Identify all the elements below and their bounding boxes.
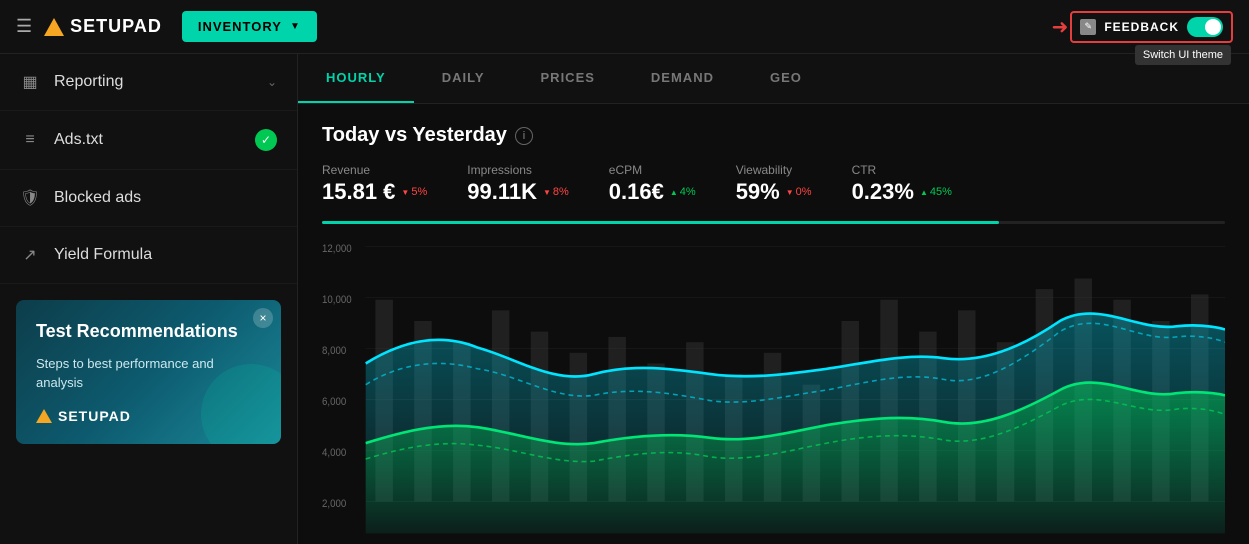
svg-text:4,000: 4,000	[322, 447, 347, 458]
logo: SETUPAD	[44, 16, 162, 37]
info-icon[interactable]: i	[515, 127, 533, 145]
theme-toggle[interactable]	[1187, 17, 1223, 37]
metric-impressions-change: ▼ 8%	[543, 186, 569, 198]
up-arrow-icon-2: ▲	[920, 188, 928, 197]
metric-impressions: Impressions 99.11K ▼ 8%	[467, 163, 569, 205]
metric-ctr-label: CTR	[852, 163, 952, 177]
tab-demand[interactable]: DEMAND	[623, 54, 742, 103]
progress-bar	[322, 221, 1225, 224]
chart-title-row: Today vs Yesterday i	[322, 124, 1225, 147]
down-arrow-icon-2: ▼	[543, 188, 551, 197]
chart-container: 12,000 10,000 8,000 6,000 4,000 2,000	[322, 236, 1225, 544]
list-icon: ≡	[20, 130, 40, 150]
metric-impressions-value: 99.11K	[467, 179, 537, 205]
metric-viewability-change: ▼ 0%	[786, 186, 812, 198]
metric-revenue-change: ▼ 5%	[401, 186, 427, 198]
sidebar-item-reporting-label: Reporting	[54, 73, 253, 91]
metric-viewability: Viewability 59% ▼ 0%	[736, 163, 812, 205]
tabs-bar: HOURLY DAILY PRICES DEMAND GEO	[298, 54, 1249, 104]
promo-logo-text: SETUPAD	[58, 408, 131, 424]
metric-impressions-label: Impressions	[467, 163, 569, 177]
feedback-label: FEEDBACK	[1104, 20, 1179, 34]
inventory-label: INVENTORY	[198, 19, 282, 34]
tab-geo[interactable]: GEO	[742, 54, 830, 103]
up-arrow-icon: ▲	[670, 188, 678, 197]
down-arrow-icon: ▼	[401, 188, 409, 197]
sidebar-item-ads-txt-label: Ads.txt	[54, 131, 241, 149]
chart-svg: 12,000 10,000 8,000 6,000 4,000 2,000	[322, 236, 1225, 544]
chevron-down-icon: ▼	[290, 21, 301, 32]
metric-revenue: Revenue 15.81 € ▼ 5%	[322, 163, 427, 205]
menu-icon[interactable]: ☰	[16, 16, 32, 37]
metric-ctr: CTR 0.23% ▲ 45%	[852, 163, 952, 205]
bar-chart-icon: ▦	[20, 72, 40, 92]
svg-text:2,000: 2,000	[322, 498, 347, 509]
svg-text:8,000: 8,000	[322, 346, 347, 357]
logo-text: SETUPAD	[70, 16, 162, 37]
promo-title: Test Recommendations	[36, 320, 261, 343]
sidebar-item-yield-formula[interactable]: ↗ Yield Formula	[0, 227, 297, 284]
logo-triangle-icon	[44, 18, 64, 36]
metric-ecpm-value: 0.16€	[609, 179, 664, 205]
trending-up-icon: ↗	[20, 245, 40, 265]
chart-area: Today vs Yesterday i Revenue 15.81 € ▼ 5…	[298, 104, 1249, 544]
feedback-area: ➜ ✎ FEEDBACK Switch UI theme	[1070, 11, 1233, 43]
tab-hourly[interactable]: HOURLY	[298, 54, 414, 103]
inventory-button[interactable]: INVENTORY ▼	[182, 11, 317, 42]
promo-close-button[interactable]: ×	[253, 308, 273, 328]
sidebar: ▦ Reporting ⌄ ≡ Ads.txt ✓ 🛡 Blocked ads …	[0, 54, 298, 544]
tab-daily[interactable]: DAILY	[414, 54, 513, 103]
svg-text:6,000: 6,000	[322, 397, 347, 408]
svg-text:10,000: 10,000	[322, 295, 352, 306]
svg-text:12,000: 12,000	[322, 244, 352, 255]
metric-ecpm: eCPM 0.16€ ▲ 4%	[609, 163, 696, 205]
check-icon: ✓	[255, 129, 277, 151]
sidebar-item-yield-formula-label: Yield Formula	[54, 246, 277, 264]
metric-ecpm-label: eCPM	[609, 163, 696, 177]
sidebar-item-blocked-ads[interactable]: 🛡 Blocked ads	[0, 170, 297, 227]
feedback-icon: ✎	[1080, 19, 1096, 35]
arrow-right-icon: ➜	[1052, 14, 1069, 39]
promo-card: × Test Recommendations Steps to best per…	[16, 300, 281, 444]
shield-icon: 🛡	[20, 188, 40, 208]
tab-prices[interactable]: PRICES	[513, 54, 623, 103]
sidebar-item-reporting[interactable]: ▦ Reporting ⌄	[0, 54, 297, 111]
metric-ctr-value: 0.23%	[852, 179, 914, 205]
main-layout: ▦ Reporting ⌄ ≡ Ads.txt ✓ 🛡 Blocked ads …	[0, 54, 1249, 544]
metric-viewability-value: 59%	[736, 179, 780, 205]
sidebar-item-blocked-ads-label: Blocked ads	[54, 189, 277, 207]
content-area: HOURLY DAILY PRICES DEMAND GEO Today vs …	[298, 54, 1249, 544]
chart-title: Today vs Yesterday	[322, 124, 507, 147]
switch-ui-tooltip: Switch UI theme	[1135, 45, 1231, 65]
metric-ecpm-change: ▲ 4%	[670, 186, 696, 198]
sidebar-item-ads-txt[interactable]: ≡ Ads.txt ✓	[0, 111, 297, 170]
metrics-row: Revenue 15.81 € ▼ 5% Impressions 99.11K	[322, 163, 1225, 205]
top-header: ☰ SETUPAD INVENTORY ▼ ➜ ✎ FEEDBACK Switc…	[0, 0, 1249, 54]
progress-fill	[322, 221, 999, 224]
metric-viewability-label: Viewability	[736, 163, 812, 177]
promo-logo-triangle-icon	[36, 409, 52, 423]
down-arrow-icon-3: ▼	[786, 188, 794, 197]
metric-revenue-label: Revenue	[322, 163, 427, 177]
chevron-right-icon: ⌄	[267, 75, 277, 89]
metric-ctr-change: ▲ 45%	[920, 186, 952, 198]
metric-revenue-value: 15.81 €	[322, 179, 395, 205]
